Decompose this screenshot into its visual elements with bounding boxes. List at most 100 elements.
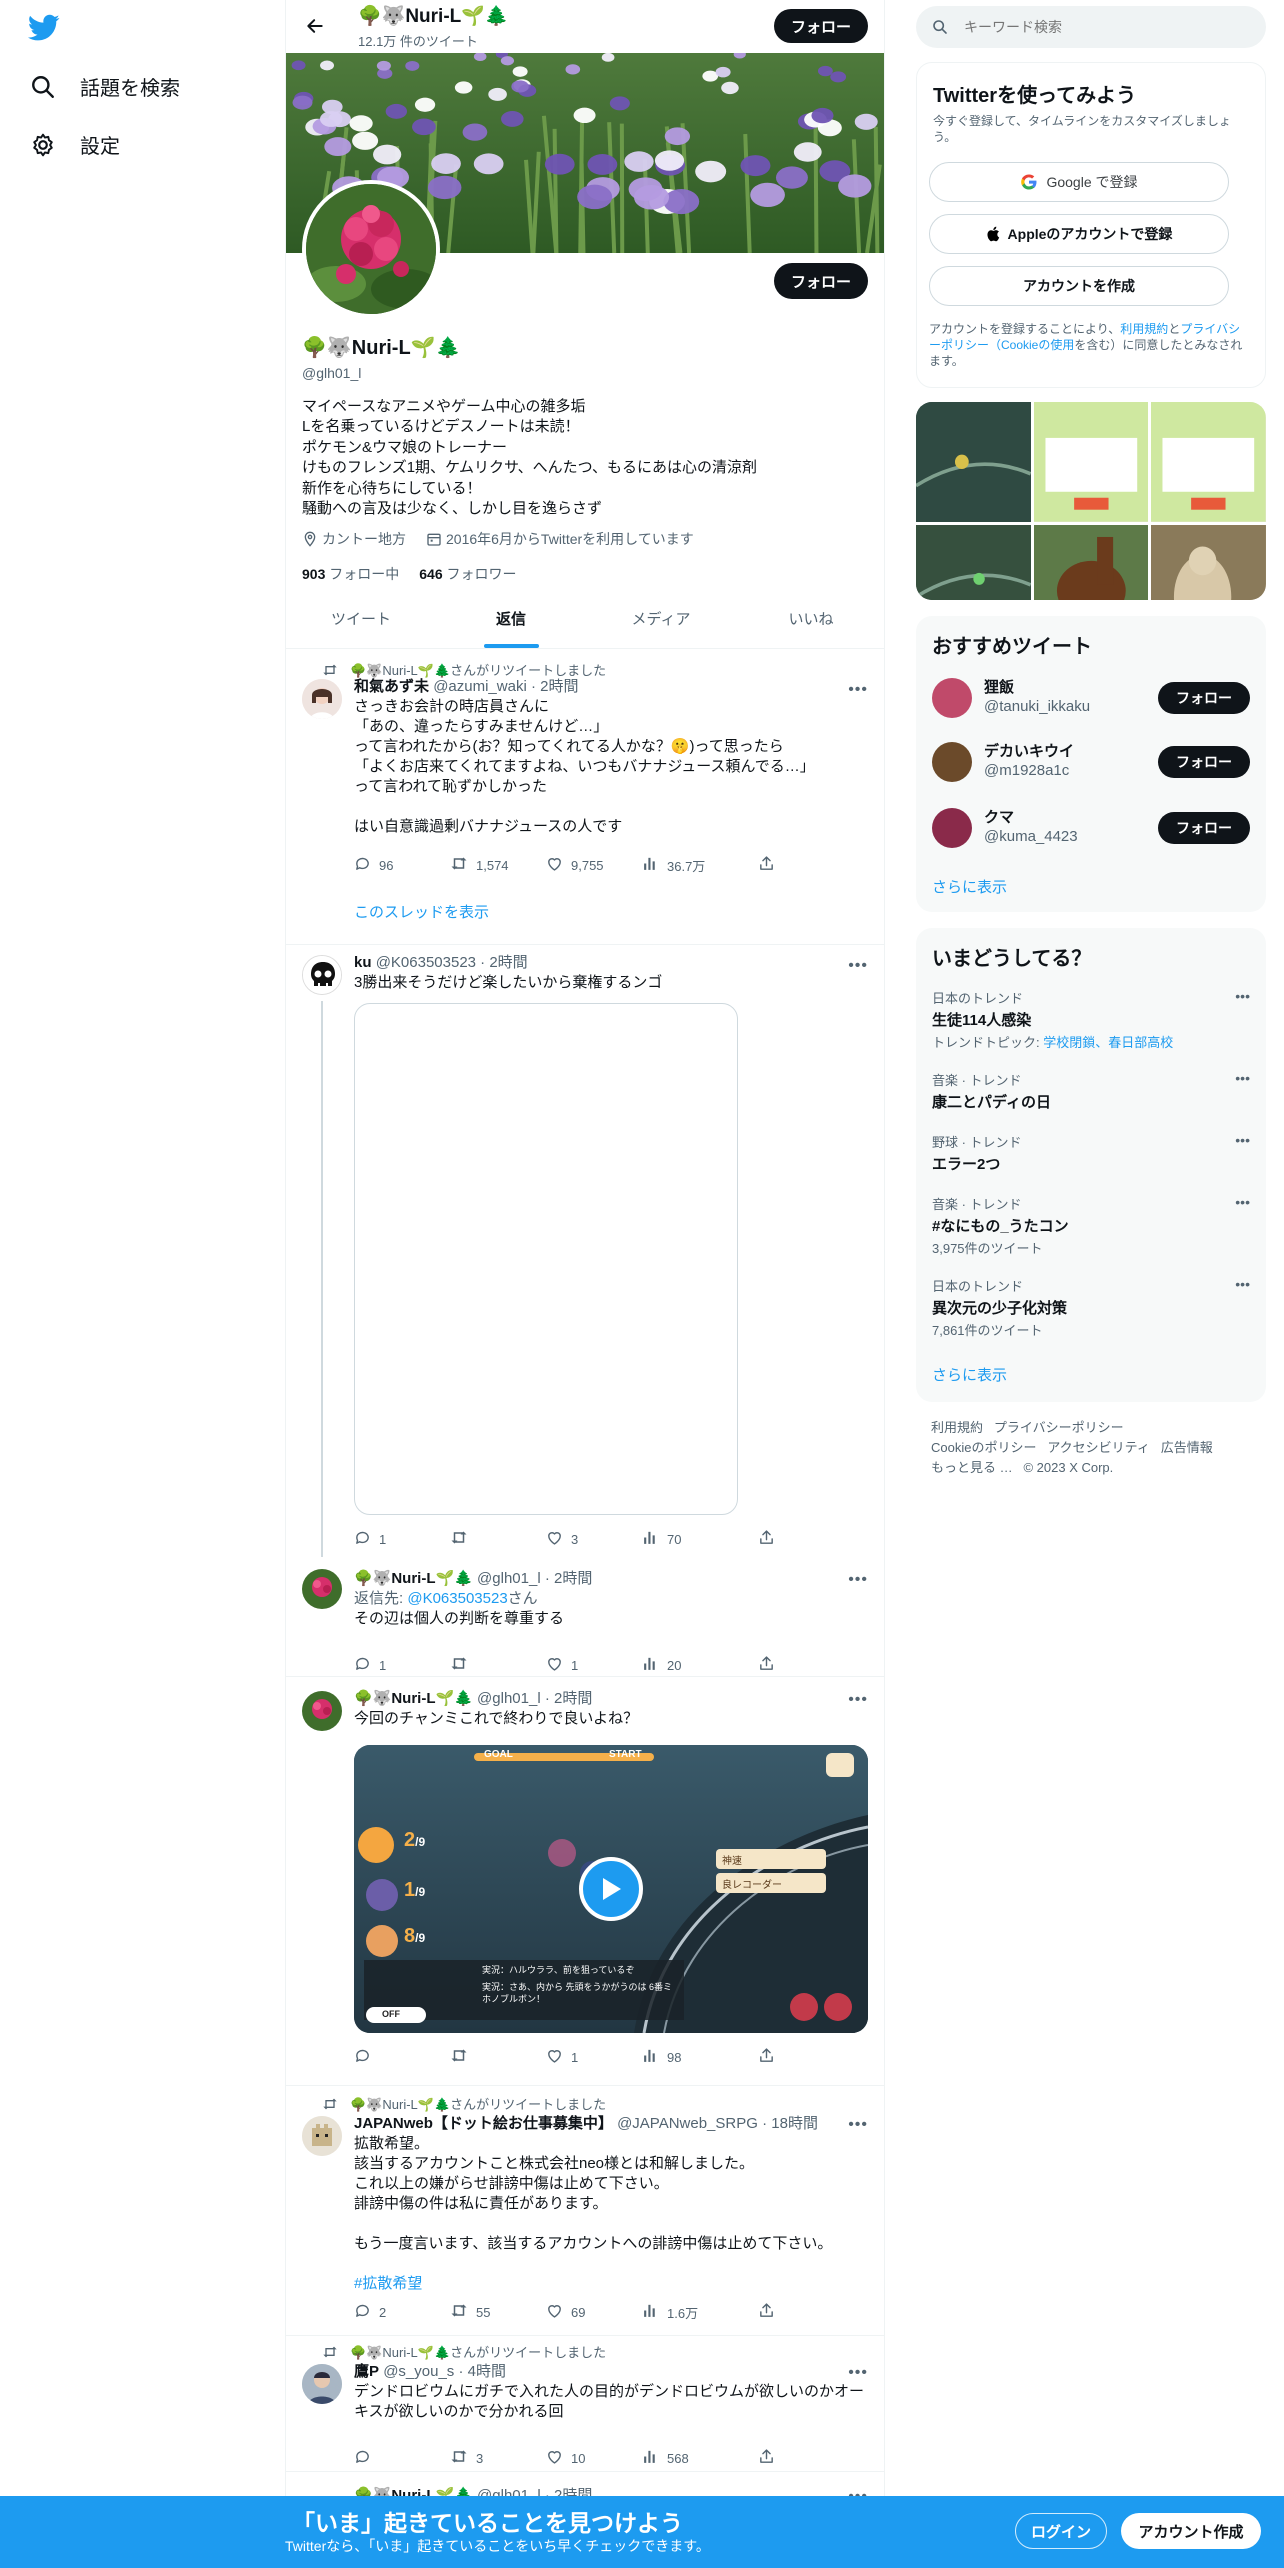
more-options-icon[interactable]: ••• bbox=[1235, 1194, 1250, 1210]
tab-media[interactable]: メディア bbox=[586, 588, 736, 648]
trend-sub-link[interactable]: 学校閉鎖、春日部高校 bbox=[1043, 1035, 1173, 1050]
more-options-icon[interactable]: ••• bbox=[848, 957, 868, 975]
follow-button[interactable]: フォロー bbox=[1158, 682, 1250, 714]
like-button[interactable]: 9,755 bbox=[546, 855, 604, 875]
views-button[interactable]: 36.7万 bbox=[642, 855, 705, 875]
more-options-icon[interactable]: ••• bbox=[848, 1571, 868, 1589]
signup-button[interactable]: アカウント作成 bbox=[1121, 2513, 1261, 2549]
tweet-author-handle[interactable]: @JAPANweb_SRPG bbox=[617, 2115, 758, 2132]
media-thumbnail[interactable] bbox=[916, 524, 1032, 600]
media-thumbnail[interactable] bbox=[916, 402, 1032, 522]
reply-button[interactable] bbox=[354, 2047, 379, 2067]
tweet-item[interactable]: 🌳🐺Nuri-L🌱🌲さんがリツイートしました 和氣あず未 @azumi_waki… bbox=[286, 649, 884, 945]
back-arrow-icon[interactable] bbox=[304, 16, 326, 36]
terms-tos-link[interactable]: 利用規約 bbox=[1120, 322, 1168, 336]
tab-replies[interactable]: 返信 bbox=[436, 588, 586, 648]
more-options-icon[interactable]: ••• bbox=[848, 2116, 868, 2134]
tweet-time[interactable]: · 2時間 bbox=[531, 678, 579, 695]
more-options-icon[interactable]: ••• bbox=[1235, 1132, 1250, 1148]
tweet-author-handle[interactable]: @K063503523 bbox=[376, 954, 476, 971]
tab-tweets[interactable]: ツイート bbox=[286, 588, 436, 648]
trend-item[interactable]: 日本のトレンド 異次元の少子化対策 7,861件のツイート ••• bbox=[932, 1276, 1250, 1339]
share-button[interactable] bbox=[758, 2448, 775, 2468]
tweet-time[interactable]: · 2時間 bbox=[545, 1690, 593, 1707]
trend-item[interactable]: 音楽 · トレンド #なにもの_うたコン 3,975件のツイート ••• bbox=[932, 1194, 1250, 1257]
share-button[interactable] bbox=[758, 2047, 775, 2067]
like-button[interactable]: 3 bbox=[546, 1529, 578, 1549]
twitter-logo-icon[interactable] bbox=[28, 14, 60, 47]
retweet-button[interactable] bbox=[450, 2047, 476, 2067]
views-button[interactable]: 70 bbox=[642, 1529, 681, 1549]
video-auto-off-label[interactable]: OFF bbox=[382, 2009, 400, 2019]
media-thumbnail[interactable] bbox=[1033, 402, 1149, 522]
hashtag-link[interactable]: #拡散希望 bbox=[354, 2274, 870, 2294]
reply-button[interactable] bbox=[354, 2448, 379, 2468]
following-stat[interactable]: 903 フォロー中 bbox=[302, 564, 399, 584]
profile-avatar[interactable] bbox=[302, 180, 440, 318]
media-thumbnail[interactable] bbox=[1033, 524, 1149, 600]
avatar[interactable] bbox=[932, 808, 972, 848]
like-button[interactable]: 1 bbox=[546, 1655, 578, 1675]
reply-button[interactable]: 1 bbox=[354, 1655, 386, 1675]
retweet-button[interactable]: 3 bbox=[450, 2448, 483, 2468]
retweet-button[interactable]: 1,574 bbox=[450, 855, 509, 875]
trend-item[interactable]: 野球 · トレンド エラー2つ ••• bbox=[932, 1132, 1250, 1174]
tweet-author-name[interactable]: ku bbox=[354, 954, 372, 971]
more-options-icon[interactable]: ••• bbox=[1235, 1070, 1250, 1086]
tweet-item[interactable]: 🌳🐺Nuri-L🌱🌲さんがリツイートしました 鷹P @s_you_s · 4時間… bbox=[286, 2336, 884, 2472]
tweet-time[interactable]: · 2時間 bbox=[480, 954, 528, 971]
recommended-user[interactable]: クマ @kuma_4423 フォロー bbox=[932, 804, 1250, 854]
login-button[interactable]: ログイン bbox=[1015, 2513, 1107, 2549]
reply-button[interactable]: 2 bbox=[354, 2302, 386, 2322]
avatar[interactable] bbox=[302, 955, 342, 995]
tweet-item[interactable]: ku @K063503523 · 2時間 3勝出来そうだけど楽したいから棄権する… bbox=[286, 945, 884, 1557]
profile-media-grid[interactable] bbox=[916, 402, 1266, 600]
avatar[interactable] bbox=[932, 678, 972, 718]
avatar[interactable] bbox=[302, 679, 342, 719]
footer-link[interactable]: アクセシビリティ bbox=[1047, 1440, 1150, 1455]
recommended-user[interactable]: デカいキウイ @m1928a1c フォロー bbox=[932, 738, 1250, 788]
header-follow-button[interactable]: フォロー bbox=[774, 9, 868, 43]
views-button[interactable]: 98 bbox=[642, 2047, 681, 2067]
trends-show-more-link[interactable]: さらに表示 bbox=[932, 1364, 1007, 1385]
footer-link[interactable]: もっと見る … bbox=[931, 1460, 1013, 1475]
reply-to-handle[interactable]: @K063503523 bbox=[407, 1590, 507, 1607]
show-thread-link[interactable]: このスレッドを表示 bbox=[354, 901, 489, 922]
footer-link[interactable]: Cookieのポリシー bbox=[931, 1440, 1036, 1455]
retweet-button[interactable] bbox=[450, 1655, 476, 1675]
retweet-button[interactable]: 55 bbox=[450, 2302, 490, 2322]
share-button[interactable] bbox=[758, 855, 775, 875]
share-button[interactable] bbox=[758, 1655, 775, 1675]
search-box[interactable] bbox=[916, 6, 1266, 48]
trend-item[interactable]: 日本のトレンド 生徒114人感染 トレンドトピック: 学校閉鎖、春日部高校 ••… bbox=[932, 988, 1250, 1051]
trend-item[interactable]: 音楽 · トレンド 康二とパディの日 ••• bbox=[932, 1070, 1250, 1112]
avatar[interactable] bbox=[302, 1691, 342, 1731]
nav-settings[interactable]: 設定 bbox=[30, 130, 120, 159]
more-options-icon[interactable]: ••• bbox=[848, 681, 868, 699]
avatar[interactable] bbox=[932, 742, 972, 782]
footer-link[interactable]: 利用規約 bbox=[931, 1420, 983, 1435]
profile-follow-button[interactable]: フォロー bbox=[774, 263, 868, 299]
more-options-icon[interactable]: ••• bbox=[848, 2364, 868, 2382]
tweet-author-handle[interactable]: @glh01_l bbox=[477, 1570, 541, 1587]
tweet-author-name[interactable]: JAPANweb【ドット絵お仕事募集中】 bbox=[354, 2115, 613, 2132]
more-options-icon[interactable]: ••• bbox=[1235, 988, 1250, 1004]
tweet-author-handle[interactable]: @glh01_l bbox=[477, 1690, 541, 1707]
tab-likes[interactable]: いいね bbox=[736, 588, 884, 648]
footer-link[interactable]: プライバシーポリシー bbox=[994, 1420, 1124, 1435]
like-button[interactable]: 10 bbox=[546, 2448, 585, 2468]
tweet-item[interactable]: 🌳🐺Nuri-L🌱🌲さんがリツイートしました JAPANweb【ドット絵お仕事募… bbox=[286, 2086, 884, 2336]
media-placeholder[interactable] bbox=[354, 1003, 738, 1515]
retweet-button[interactable] bbox=[450, 1529, 476, 1549]
tweet-item[interactable]: 🌳🐺Nuri-L🌱🌲 @glh01_l · 2時間 今回のチャンミこれで終わりで… bbox=[286, 1677, 884, 2086]
avatar[interactable] bbox=[302, 2364, 342, 2404]
like-button[interactable]: 1 bbox=[546, 2047, 578, 2067]
tweet-author-handle[interactable]: @azumi_waki bbox=[433, 678, 527, 695]
avatar[interactable] bbox=[302, 2116, 342, 2156]
tweet-author-name[interactable]: 鷹P bbox=[354, 2363, 379, 2380]
create-account-button[interactable]: アカウントを作成 bbox=[929, 266, 1229, 306]
tweet-time[interactable]: · 4時間 bbox=[458, 2363, 506, 2380]
search-input[interactable] bbox=[964, 19, 1224, 35]
tweet-time[interactable]: · 2時間 bbox=[545, 1570, 593, 1587]
like-button[interactable]: 69 bbox=[546, 2302, 585, 2322]
